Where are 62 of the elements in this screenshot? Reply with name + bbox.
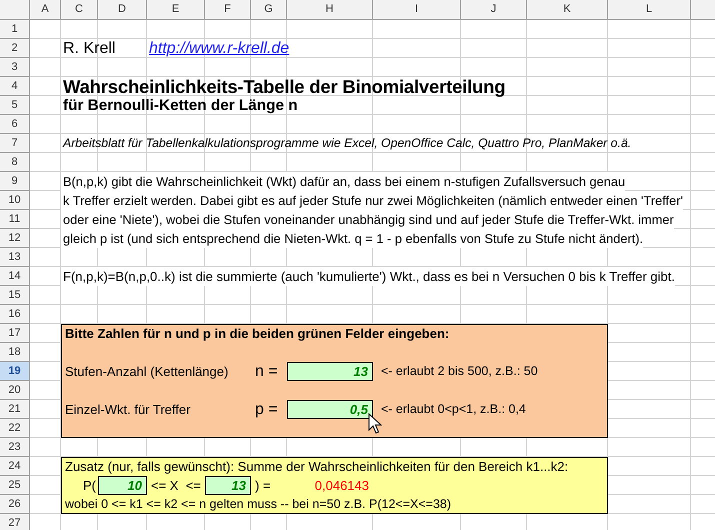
- row-header[interactable]: 14: [0, 267, 30, 286]
- row-header[interactable]: 6: [0, 115, 30, 134]
- row-header[interactable]: 16: [0, 305, 30, 324]
- column-header[interactable]: I: [373, 0, 461, 20]
- row-header[interactable]: 25: [0, 476, 30, 495]
- worksheet-note: Arbeitsblatt für Tabellenkalkulationsprogramme wie Excel, OpenOffice Calc, Quattro Pro, PlanMaker o.ä.: [62, 135, 632, 152]
- row-header[interactable]: 5: [0, 96, 30, 115]
- row-header[interactable]: 1: [0, 20, 30, 39]
- row-header[interactable]: 18: [0, 343, 30, 362]
- column-header[interactable]: E: [147, 0, 205, 20]
- probability-suffix: ) =: [254, 477, 271, 495]
- input-field[interactable]: 13: [205, 476, 251, 495]
- allowed-range-hint: <- erlaubt 2 bis 500, z.B.: 50: [380, 363, 538, 380]
- inequality-text: <= X <=: [150, 477, 201, 495]
- row-header[interactable]: 10: [0, 191, 30, 210]
- input-field[interactable]: 13: [287, 362, 373, 381]
- row-header[interactable]: 4: [0, 77, 30, 96]
- column-header[interactable]: F: [205, 0, 251, 20]
- column-header[interactable]: C: [61, 0, 98, 20]
- row-header[interactable]: 24: [0, 457, 30, 476]
- row-header[interactable]: 13: [0, 248, 30, 267]
- field-label: Einzel-Wkt. für Treffer: [64, 401, 190, 419]
- row-header[interactable]: 9: [0, 172, 30, 191]
- row-header[interactable]: 22: [0, 419, 30, 438]
- select-all-corner[interactable]: [0, 0, 30, 20]
- row-header[interactable]: 23: [0, 438, 30, 457]
- probability-prefix: P(: [83, 477, 97, 495]
- column-header[interactable]: G: [251, 0, 287, 20]
- input-panel-heading: Bitte Zahlen für n und p in die beiden grünen Felder eingeben:: [64, 325, 450, 343]
- variable-symbol: n =: [254, 362, 278, 381]
- row-header[interactable]: 26: [0, 495, 30, 514]
- row-header[interactable]: 11: [0, 210, 30, 229]
- input-field[interactable]: 10: [98, 476, 147, 495]
- column-header[interactable]: D: [98, 0, 147, 20]
- cumulative-description: F(n,p,k)=B(n,p,0..k) ist die summierte (auch 'kumulierte') Wkt., dass es bei n Versuchen 0 bis k Treffer gibt.: [61, 267, 675, 286]
- range-panel-heading: Zusatz (nur, falls gewünscht): Summe der Wahrscheinlichkeiten für den Bereich k1...k2:: [64, 458, 568, 476]
- row-header[interactable]: 27: [0, 514, 30, 530]
- sheet-subtitle: für Bernoulli-Ketten der Länge n: [62, 96, 298, 115]
- website-link[interactable]: http://www.r-krell.de: [147, 39, 290, 58]
- column-header[interactable]: H: [287, 0, 373, 20]
- column-header[interactable]: K: [527, 0, 608, 20]
- row-header[interactable]: 3: [0, 58, 30, 77]
- input-field[interactable]: 0,5: [287, 400, 373, 419]
- row-header[interactable]: 20: [0, 381, 30, 400]
- allowed-range-hint: <- erlaubt 0<p<1, z.B.: 0,4: [380, 401, 526, 418]
- probability-result: 0,046143: [314, 477, 370, 495]
- column-header[interactable]: L: [608, 0, 691, 20]
- sheet-title: Wahrscheinlichkeits-Tabelle der Binomialverteilung: [62, 77, 506, 96]
- variable-symbol: p =: [254, 400, 278, 419]
- mouse-pointer-icon: [368, 413, 382, 435]
- range-footnote: wobei 0 <= k1 <= k2 <= n gelten muss -- bei n=50 z.B. P(12<=X<=38): [64, 496, 452, 513]
- row-header[interactable]: 12: [0, 229, 30, 248]
- row-header[interactable]: 7: [0, 134, 30, 153]
- row-header[interactable]: 17: [0, 324, 30, 343]
- field-label: Stufen-Anzahl (Kettenlänge): [64, 363, 228, 381]
- column-header[interactable]: J: [461, 0, 527, 20]
- row-header[interactable]: 19: [0, 362, 30, 381]
- column-header[interactable]: A: [30, 0, 61, 20]
- row-header[interactable]: 2: [0, 39, 30, 58]
- row-header[interactable]: 21: [0, 400, 30, 419]
- row-header[interactable]: 15: [0, 286, 30, 305]
- row-header[interactable]: 8: [0, 153, 30, 172]
